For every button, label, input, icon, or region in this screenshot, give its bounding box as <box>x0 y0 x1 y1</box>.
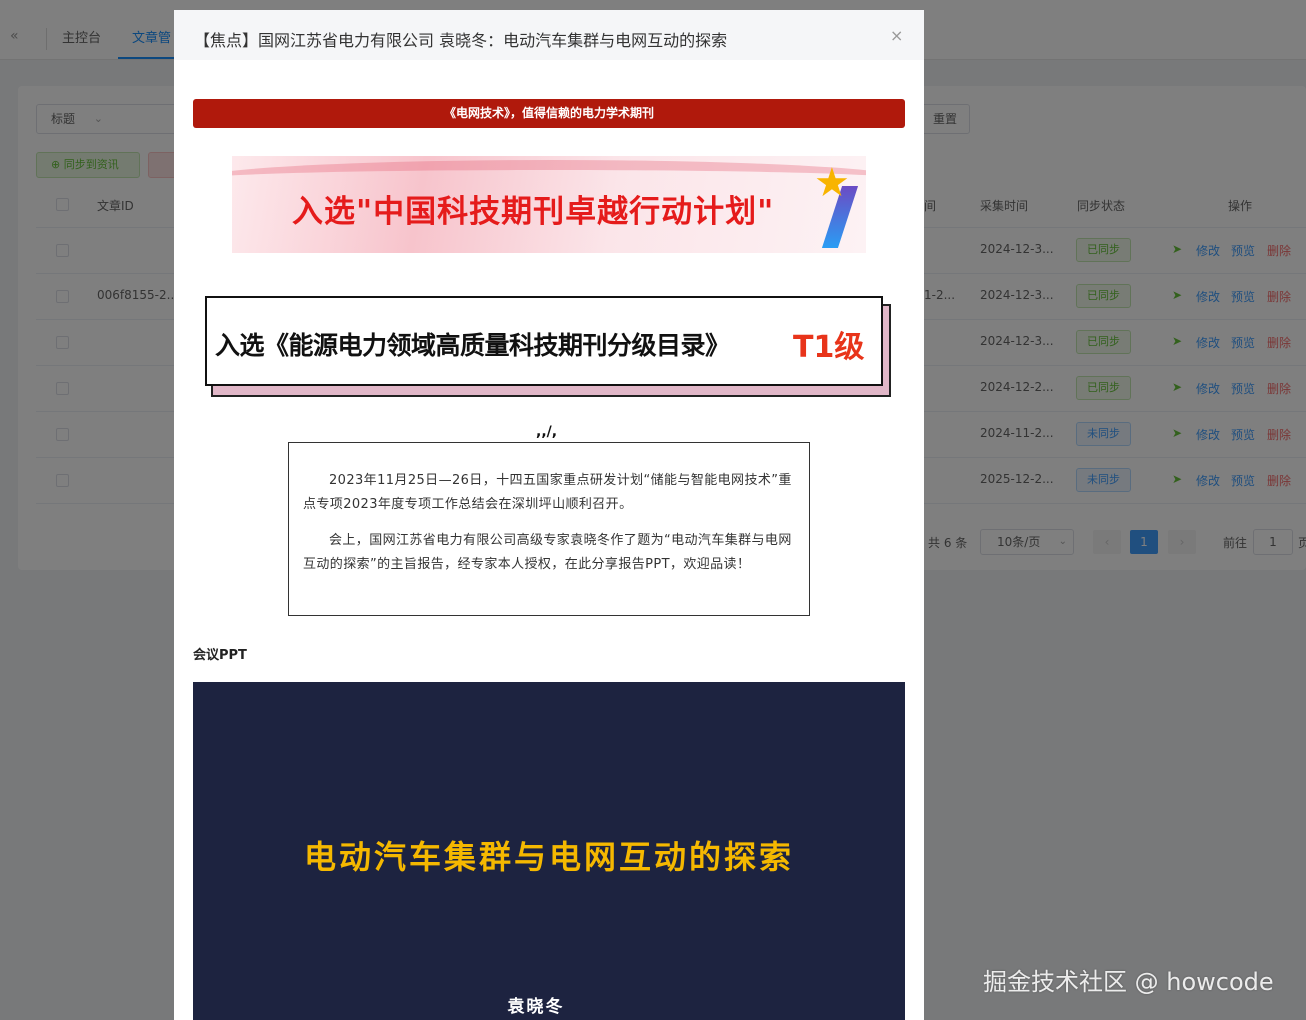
preview-dialog: 【焦点】国网江苏省电力有限公司 袁晓冬：电动汽车集群与电网互动的探索 × 《电网… <box>174 10 924 1020</box>
dialog-header: 【焦点】国网江苏省电力有限公司 袁晓冬：电动汽车集群与电网互动的探索 × <box>174 10 924 60</box>
dialog-title: 【焦点】国网江苏省电力有限公司 袁晓冬：电动汽车集群与电网互动的探索 <box>194 31 728 50</box>
star-icon: ★ <box>814 160 850 206</box>
intro-textbox: 2023年11月25日—26日，十四五国家重点研发计划“储能与智能电网技术”重点… <box>288 442 810 616</box>
t1-badge: T1级 <box>793 330 865 365</box>
banner2-box: 入选《能源电力领域高质量科技期刊分级目录》 T1级 <box>205 296 883 386</box>
ppt-title: 电动汽车集群与电网互动的探索 <box>303 838 794 876</box>
ppt-slide: 电动汽车集群与电网互动的探索 袁晓冬 <box>193 682 905 1020</box>
section-label-ppt: 会议PPT <box>193 648 247 663</box>
watermark: 掘金技术社区 @ howcode <box>983 968 1274 996</box>
intro-paragraph-2: 会上，国网江苏省电力有限公司高级专家袁晓冬作了题为“电动汽车集群与电网互动的探索… <box>303 533 792 572</box>
banner2-text: 入选《能源电力领域高质量科技期刊分级目录》 <box>215 331 730 360</box>
journal-slogan-bar: 《电网技术》，值得信赖的电力学术期刊 <box>193 99 905 128</box>
banner1-text: 入选"中国科技期刊卓越行动计划" <box>292 194 775 230</box>
excellence-plan-banner: 入选"中国科技期刊卓越行动计划" ★ <box>232 156 866 253</box>
catalog-t1-banner: 入选《能源电力领域高质量科技期刊分级目录》 T1级 <box>205 296 891 397</box>
close-icon[interactable]: × <box>890 26 903 45</box>
quote-mark-decoration: ,,/, <box>536 424 558 440</box>
ppt-author: 袁晓冬 <box>507 997 565 1017</box>
intro-paragraph-1: 2023年11月25日—26日，十四五国家重点研发计划“储能与智能电网技术”重点… <box>303 473 792 512</box>
